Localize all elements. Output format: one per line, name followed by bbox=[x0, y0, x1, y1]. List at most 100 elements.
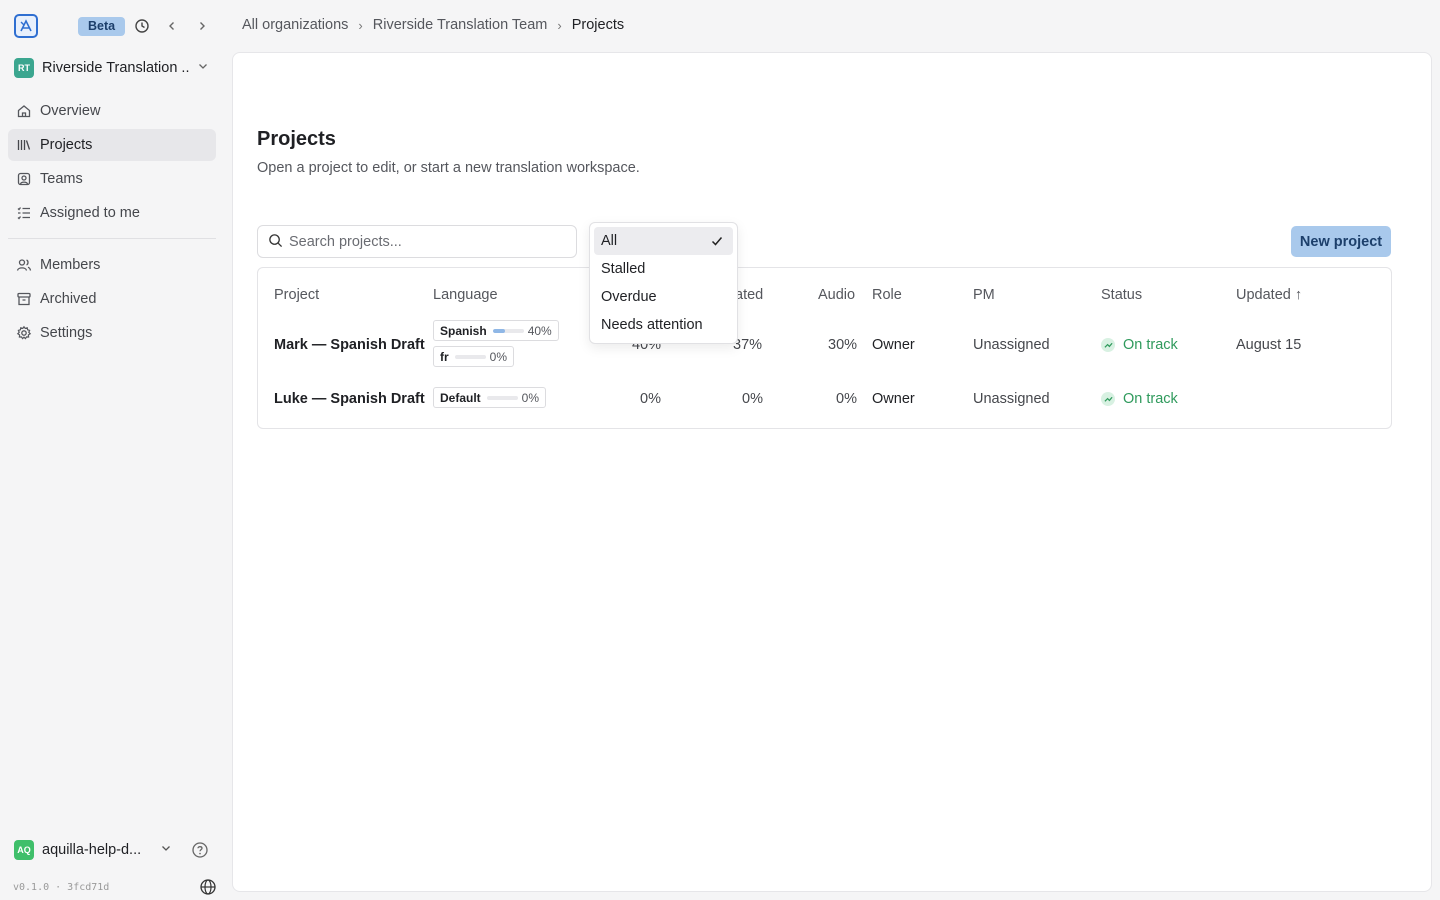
trend-up-icon bbox=[1101, 338, 1115, 352]
sort-ascending-icon: ↑ bbox=[1294, 287, 1303, 303]
sidebar-item-archived[interactable]: Archived bbox=[8, 283, 216, 315]
chevron-down-icon bbox=[159, 841, 173, 858]
column-header-language[interactable]: Language bbox=[433, 287, 498, 303]
role-cell: Owner bbox=[872, 391, 915, 407]
history-icon[interactable] bbox=[133, 17, 151, 35]
column-header-project[interactable]: Project bbox=[274, 287, 319, 303]
status-badge: On track bbox=[1101, 391, 1178, 407]
language-name: Spanish bbox=[440, 323, 487, 338]
filter-option-label: Stalled bbox=[601, 261, 646, 277]
list-check-icon bbox=[16, 205, 32, 221]
language-chip[interactable]: Default 0% bbox=[433, 387, 547, 408]
breadcrumb-separator: › bbox=[557, 17, 562, 33]
column-header-audio[interactable]: Audio bbox=[818, 287, 855, 303]
column-header-updated[interactable]: Updated ↑ bbox=[1236, 287, 1302, 303]
language-progress-bar bbox=[454, 354, 486, 359]
new-project-button[interactable]: New project bbox=[1291, 226, 1391, 257]
sidebar-item-label: Teams bbox=[40, 171, 83, 187]
search-input[interactable] bbox=[289, 233, 559, 250]
back-arrow-icon[interactable] bbox=[163, 17, 181, 35]
sidebar-item-label: Settings bbox=[40, 325, 93, 341]
sidebar-item-teams[interactable]: Teams bbox=[8, 163, 216, 195]
filter-option-label: Needs attention bbox=[601, 317, 703, 333]
status-label: On track bbox=[1123, 337, 1178, 353]
breadcrumb-current-page: Projects bbox=[571, 17, 625, 33]
sidebar-item-overview[interactable]: Overview bbox=[8, 95, 216, 127]
app-logo-icon[interactable] bbox=[14, 14, 38, 38]
sidebar-item-members[interactable]: Members bbox=[8, 249, 216, 281]
language-chip[interactable]: Spanish 40% bbox=[433, 320, 559, 341]
top-bar: Beta All organizations › Riverside Trans… bbox=[0, 0, 1440, 52]
trend-up-icon bbox=[1101, 392, 1115, 406]
sidebar-item-projects[interactable]: Projects bbox=[8, 129, 216, 161]
language-progress-percent: 0% bbox=[521, 390, 540, 405]
project-name[interactable]: Luke — Spanish Draft bbox=[274, 391, 425, 407]
sidebar-divider bbox=[8, 238, 216, 239]
user-menu[interactable]: AQ aquilla-help-d... bbox=[14, 840, 214, 860]
overall-progress-cell: 0% bbox=[640, 391, 661, 407]
main-panel: Projects Open a project to edit, or star… bbox=[232, 52, 1432, 892]
breadcrumb: All organizations › Riverside Translatio… bbox=[242, 17, 624, 33]
role-cell: Owner bbox=[872, 337, 915, 353]
archive-icon bbox=[16, 291, 32, 307]
column-header-updated-label: Updated bbox=[1236, 287, 1291, 303]
pm-cell[interactable]: Unassigned bbox=[973, 337, 1050, 353]
org-name: Riverside Translation ... bbox=[42, 60, 190, 76]
sidebar-item-label: Members bbox=[40, 257, 101, 273]
sidebar-item-label: Assigned to me bbox=[40, 205, 140, 221]
status-badge: On track bbox=[1101, 337, 1178, 353]
sidebar-item-label: Archived bbox=[40, 291, 97, 307]
app-version: v0.1.0 · 3fcd71d bbox=[13, 882, 110, 893]
sidebar-item-settings[interactable]: Settings bbox=[8, 317, 216, 349]
language-chip[interactable]: fr 0% bbox=[433, 346, 515, 367]
filter-option-stalled[interactable]: Stalled bbox=[594, 255, 733, 283]
pm-cell[interactable]: Unassigned bbox=[973, 391, 1050, 407]
sidebar-item-label: Overview bbox=[40, 103, 101, 119]
breadcrumb-organization[interactable]: Riverside Translation Team bbox=[373, 17, 548, 33]
updated-cell: August 15 bbox=[1236, 337, 1302, 353]
search-box[interactable] bbox=[257, 225, 577, 258]
filter-option-overdue[interactable]: Overdue bbox=[594, 283, 733, 311]
column-header-status[interactable]: Status bbox=[1101, 287, 1142, 303]
language-progress-percent: 0% bbox=[489, 349, 508, 364]
filter-option-label: Overdue bbox=[601, 289, 657, 305]
check-icon bbox=[710, 234, 724, 252]
user-avatar: AQ bbox=[14, 840, 34, 860]
forward-arrow-icon[interactable] bbox=[193, 17, 211, 35]
column-header-translated[interactable]: ated bbox=[735, 287, 763, 303]
language-progress-bar bbox=[492, 328, 524, 333]
globe-icon[interactable] bbox=[199, 878, 217, 899]
page-title: Projects bbox=[257, 128, 336, 150]
language-name: fr bbox=[440, 349, 449, 364]
filter-option-needs-attention[interactable]: Needs attention bbox=[594, 311, 733, 339]
chevron-down-icon bbox=[196, 59, 210, 76]
breadcrumb-separator: › bbox=[358, 17, 363, 33]
help-icon[interactable] bbox=[191, 841, 209, 862]
teams-icon bbox=[16, 171, 32, 187]
organization-switcher[interactable]: RT Riverside Translation ... bbox=[14, 58, 214, 78]
projects-table: Project Language ated Audio Role PM Stat… bbox=[257, 267, 1392, 429]
search-icon bbox=[268, 233, 283, 251]
user-name: aquilla-help-d... bbox=[42, 842, 142, 858]
breadcrumb-all-organizations[interactable]: All organizations bbox=[242, 17, 348, 33]
sidebar-nav: Overview Projects Teams Assigned to me M… bbox=[8, 95, 216, 351]
language-progress-percent: 40% bbox=[527, 323, 552, 338]
library-icon bbox=[16, 137, 32, 153]
column-header-role[interactable]: Role bbox=[872, 287, 902, 303]
translated-cell: 0% bbox=[742, 391, 763, 407]
language-name: Default bbox=[440, 390, 481, 405]
gear-icon bbox=[16, 325, 32, 341]
status-filter-menu: All Stalled Overdue Needs attention bbox=[589, 222, 738, 344]
sidebar-item-label: Projects bbox=[40, 137, 93, 153]
filter-option-all[interactable]: All bbox=[594, 227, 733, 255]
audio-cell: 30% bbox=[828, 337, 858, 353]
project-name[interactable]: Mark — Spanish Draft bbox=[274, 337, 425, 353]
column-header-pm[interactable]: PM bbox=[973, 287, 995, 303]
org-avatar: RT bbox=[14, 58, 34, 78]
language-progress-bar bbox=[486, 395, 518, 400]
status-label: On track bbox=[1123, 391, 1178, 407]
language-progress-fill bbox=[492, 328, 506, 333]
sidebar-item-assigned-to-me[interactable]: Assigned to me bbox=[8, 197, 216, 229]
audio-cell: 0% bbox=[836, 391, 857, 407]
users-icon bbox=[16, 257, 32, 273]
